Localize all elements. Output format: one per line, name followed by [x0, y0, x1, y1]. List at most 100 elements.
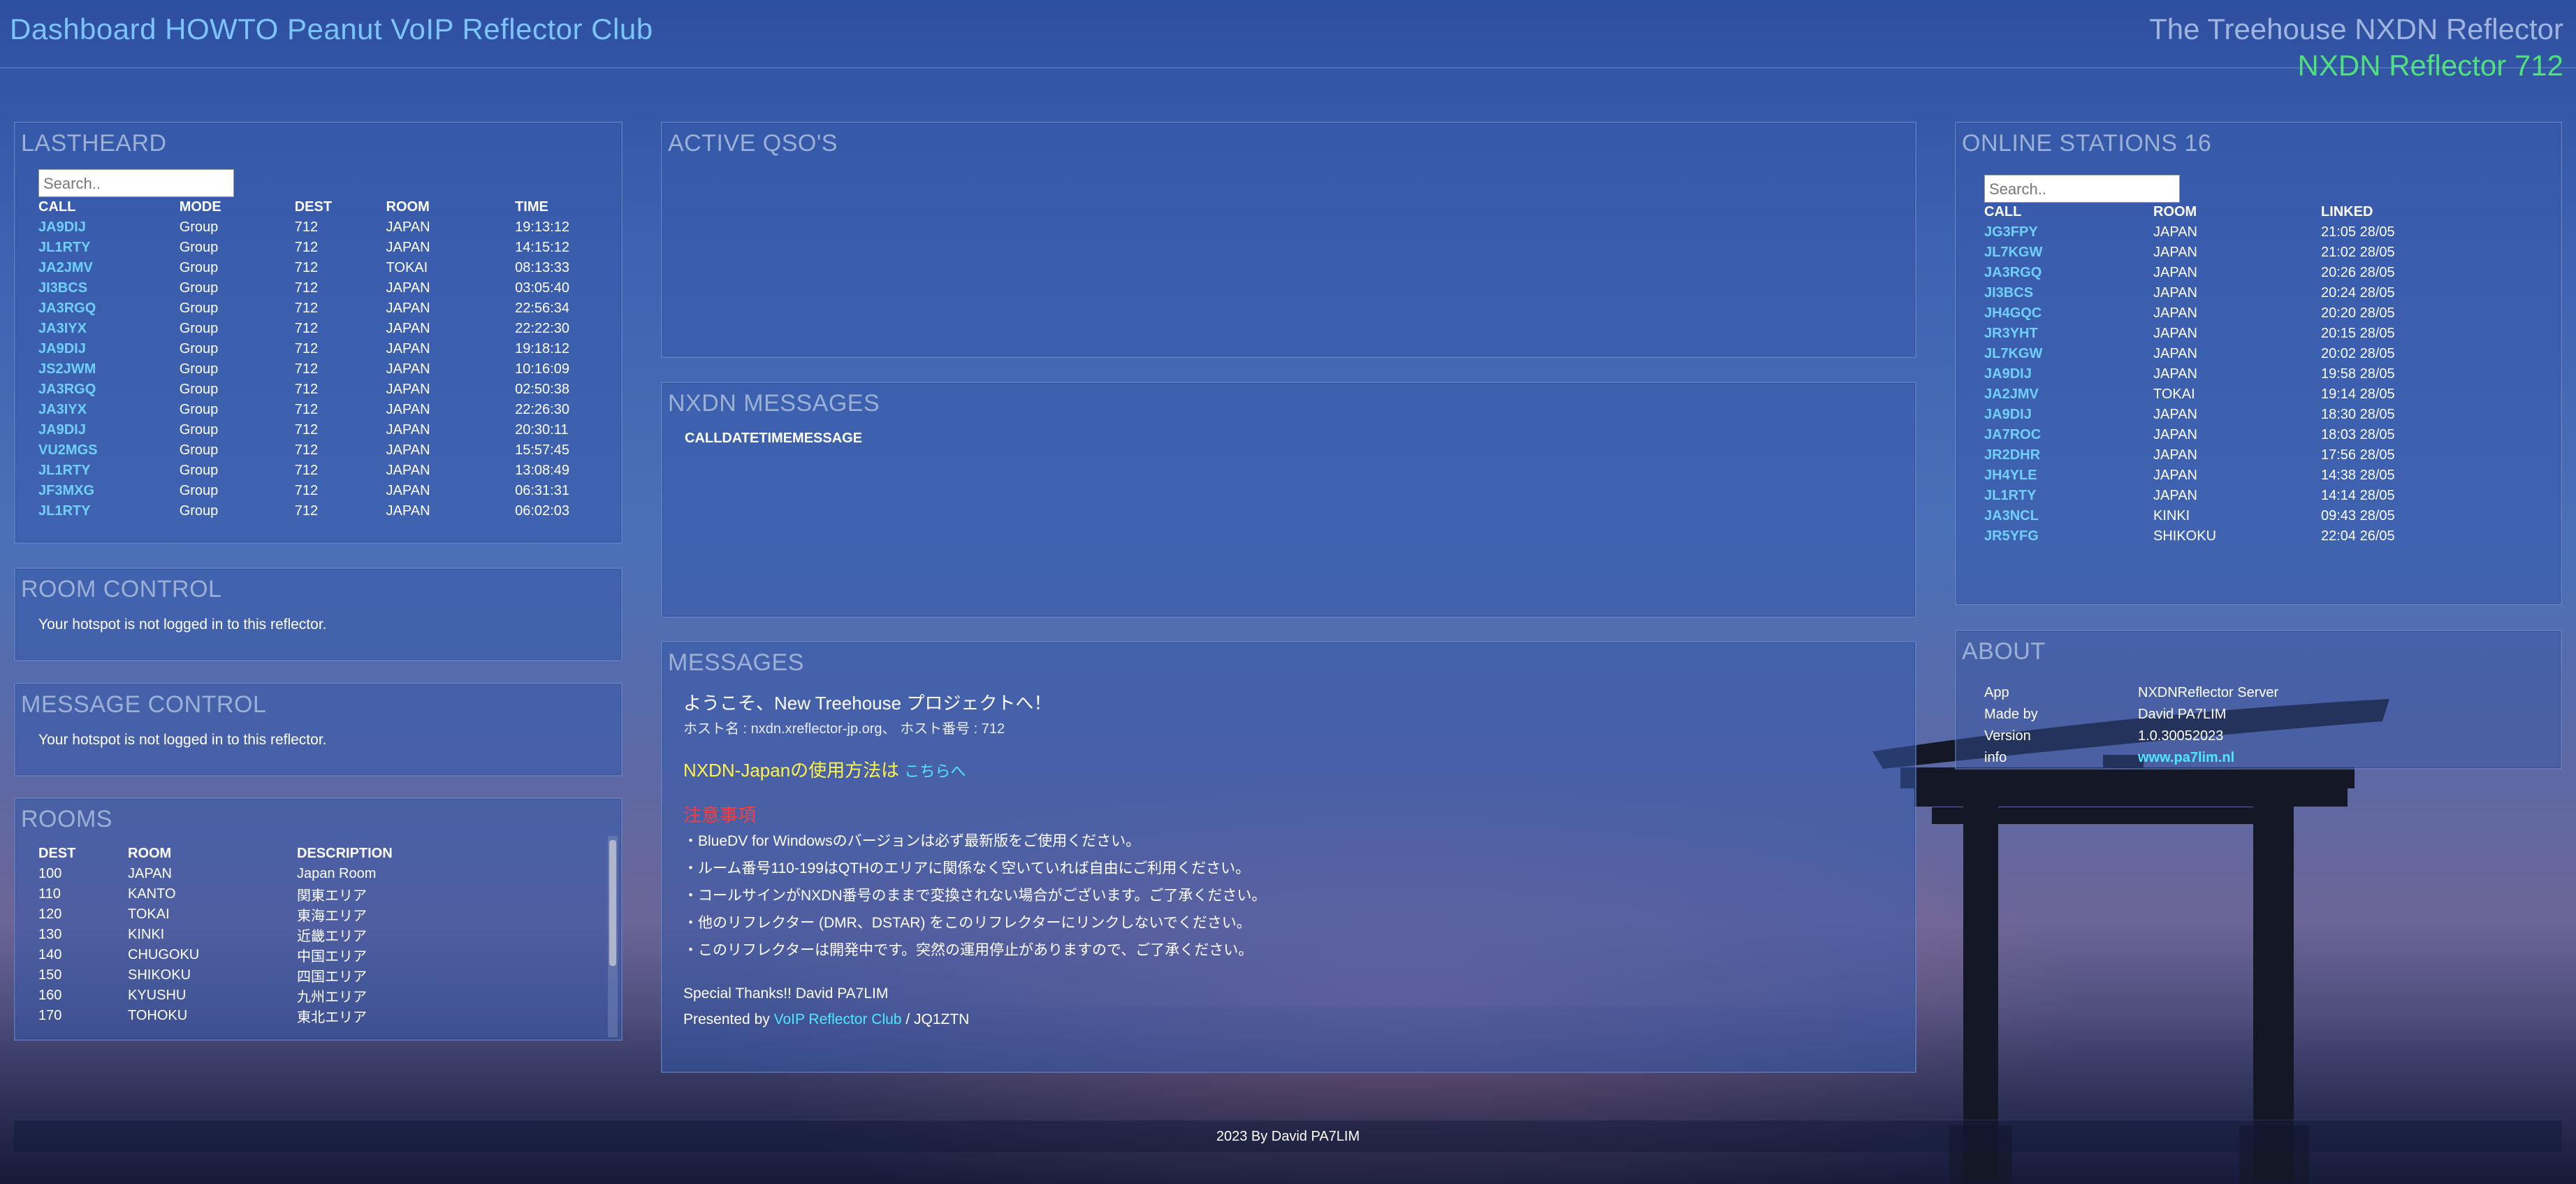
- lastheard-row: JA3IYX Group 712 JAPAN 22:22:30: [38, 319, 569, 339]
- time-cell: 06:02:03: [515, 503, 569, 519]
- about-label: Made by: [1984, 707, 2038, 722]
- call-cell[interactable]: JR2DHR: [1984, 445, 2153, 465]
- dashboard-title[interactable]: Dashboard HOWTO Peanut VoIP Reflector Cl…: [10, 13, 653, 46]
- dest-cell: 130: [38, 927, 62, 942]
- call-cell[interactable]: JA9DIJ: [38, 420, 180, 440]
- call-cell[interactable]: JL1RTY: [38, 461, 180, 481]
- call-cell[interactable]: JA3NCL: [1984, 506, 2153, 526]
- dest-cell: 712: [294, 260, 319, 275]
- room-cell: JAPAN: [2153, 265, 2197, 280]
- time-cell: 02:50:38: [515, 382, 569, 397]
- dest-cell: 712: [294, 280, 319, 296]
- col-room[interactable]: ROOM: [386, 197, 516, 217]
- station-row: JA2JMV TOKAI 19:14 28/05: [1984, 384, 2501, 405]
- online-stations-title: ONLINE STATIONS 16: [1962, 130, 2212, 157]
- time-cell: 20:30:11: [515, 422, 569, 438]
- call-cell[interactable]: JA7ROC: [1984, 425, 2153, 445]
- room-cell: KINKI: [128, 927, 165, 942]
- call-cell[interactable]: JL7KGW: [1984, 344, 2153, 364]
- messages-usage: NXDN-Japanの使用方法は こちらへ: [683, 756, 966, 782]
- lastheard-search-input[interactable]: Search..: [38, 169, 234, 197]
- call-cell[interactable]: JA9DIJ: [1984, 405, 2153, 425]
- call-cell[interactable]: JA9DIJ: [1984, 364, 2153, 384]
- call-cell[interactable]: JI3BCS: [38, 278, 180, 298]
- lastheard-row: JA9DIJ Group 712 JAPAN 20:30:11: [38, 420, 569, 440]
- lastheard-row: JA3RGQ Group 712 JAPAN 02:50:38: [38, 380, 569, 400]
- col-dest[interactable]: DEST: [295, 197, 386, 217]
- active-qsos-title: ACTIVE QSO'S: [668, 130, 838, 157]
- mode-cell: Group: [179, 361, 219, 377]
- call-cell[interactable]: JA3IYX: [38, 319, 180, 339]
- lastheard-row: JA9DIJ Group 712 JAPAN 19:13:12: [38, 217, 569, 238]
- col-room[interactable]: ROOM: [2153, 202, 2321, 222]
- call-cell[interactable]: JA2JMV: [1984, 384, 2153, 405]
- call-cell[interactable]: JR5YFG: [1984, 526, 2153, 547]
- special-thanks: Special Thanks!! David PA7LIM: [683, 986, 889, 1002]
- mode-cell: Group: [179, 301, 219, 316]
- lastheard-title: LASTHEARD: [21, 130, 167, 157]
- call-cell[interactable]: JA3RGQ: [38, 380, 180, 400]
- header-divider: [0, 67, 2576, 68]
- room-cell: JAPAN: [2153, 366, 2197, 382]
- station-row: JA7ROC JAPAN 18:03 28/05: [1984, 425, 2501, 445]
- presented-by: Presented by VoIP Reflector Club / JQ1ZT…: [683, 1011, 969, 1028]
- reflector-number: NXDN Reflector 712: [2297, 49, 2563, 82]
- call-cell[interactable]: JF3MXG: [38, 481, 180, 501]
- reflector-header: The Treehouse NXDN Reflector NXDN Reflec…: [2149, 13, 2563, 82]
- call-cell[interactable]: JA9DIJ: [38, 217, 180, 238]
- col-room: ROOM: [128, 846, 172, 861]
- call-cell[interactable]: JA3RGQ: [1984, 263, 2153, 283]
- about-info-link[interactable]: www.pa7lim.nl: [2138, 747, 2334, 769]
- call-cell[interactable]: JL7KGW: [1984, 243, 2153, 263]
- call-cell[interactable]: JR3YHT: [1984, 324, 2153, 344]
- time-cell: 14:15:12: [515, 240, 569, 255]
- time-cell: 03:05:40: [515, 280, 569, 296]
- time-cell: 10:16:09: [515, 361, 569, 377]
- linked-cell: 09:43 28/05: [2321, 508, 2395, 524]
- about-title: ABOUT: [1962, 638, 2046, 665]
- room-row: 150 SHIKOKU 四国エリア: [38, 965, 430, 986]
- mode-cell: Group: [179, 341, 219, 356]
- online-header-row: CALL ROOM LINKED: [1984, 202, 2501, 222]
- description-cell: Japan Room: [297, 866, 377, 881]
- call-cell[interactable]: JS2JWM: [38, 359, 180, 380]
- rooms-scrollbar-thumb[interactable]: [609, 840, 616, 966]
- dest-cell: 712: [294, 219, 319, 235]
- col-linked[interactable]: LINKED: [2321, 202, 2501, 222]
- mode-cell: Group: [179, 402, 219, 417]
- call-cell[interactable]: VU2MGS: [38, 440, 180, 461]
- col-call[interactable]: CALL: [1984, 202, 2153, 222]
- call-cell[interactable]: JA3RGQ: [38, 298, 180, 319]
- rooms-table: DEST ROOM DESCRIPTION 100 JAPAN Japan Room…: [38, 844, 430, 1026]
- online-search-input[interactable]: Search..: [1984, 175, 2180, 203]
- station-row: JA9DIJ JAPAN 19:58 28/05: [1984, 364, 2501, 384]
- call-cell[interactable]: JA3IYX: [38, 400, 180, 420]
- call-cell[interactable]: JA9DIJ: [38, 339, 180, 359]
- call-cell[interactable]: JH4YLE: [1984, 465, 2153, 486]
- dest-cell: 712: [294, 503, 319, 519]
- call-cell[interactable]: JH4GQC: [1984, 303, 2153, 324]
- linked-cell: 22:04 26/05: [2321, 528, 2395, 544]
- call-cell[interactable]: JA2JMV: [38, 258, 180, 278]
- room-control-status: Your hotspot is not logged in to this re…: [38, 616, 327, 633]
- dest-cell: 712: [294, 463, 319, 478]
- mode-cell: Group: [179, 240, 219, 255]
- nxdn-messages-header: CALLDATETIMEMESSAGE: [685, 431, 863, 446]
- call-cell[interactable]: JL1RTY: [38, 238, 180, 258]
- time-cell: 15:57:45: [515, 442, 569, 458]
- time-cell: 22:56:34: [515, 301, 569, 316]
- call-cell[interactable]: JI3BCS: [1984, 283, 2153, 303]
- col-call[interactable]: CALL: [38, 197, 180, 217]
- call-cell[interactable]: JL1RTY: [1984, 486, 2153, 506]
- call-cell[interactable]: JG3FPY: [1984, 222, 2153, 243]
- voip-reflector-club-link[interactable]: VoIP Reflector Club: [774, 1011, 902, 1027]
- room-cell: SHIKOKU: [2153, 528, 2217, 544]
- room-cell: JAPAN: [2153, 427, 2197, 442]
- lastheard-row: JA2JMV Group 712 TOKAI 08:13:33: [38, 258, 569, 278]
- call-cell[interactable]: JL1RTY: [38, 501, 180, 521]
- col-time[interactable]: TIME: [515, 197, 569, 217]
- room-row: 110 KANTO 関東エリア: [38, 884, 430, 904]
- lastheard-row: JS2JWM Group 712 JAPAN 10:16:09: [38, 359, 569, 380]
- usage-link[interactable]: こちらへ: [904, 763, 966, 780]
- col-mode[interactable]: MODE: [180, 197, 295, 217]
